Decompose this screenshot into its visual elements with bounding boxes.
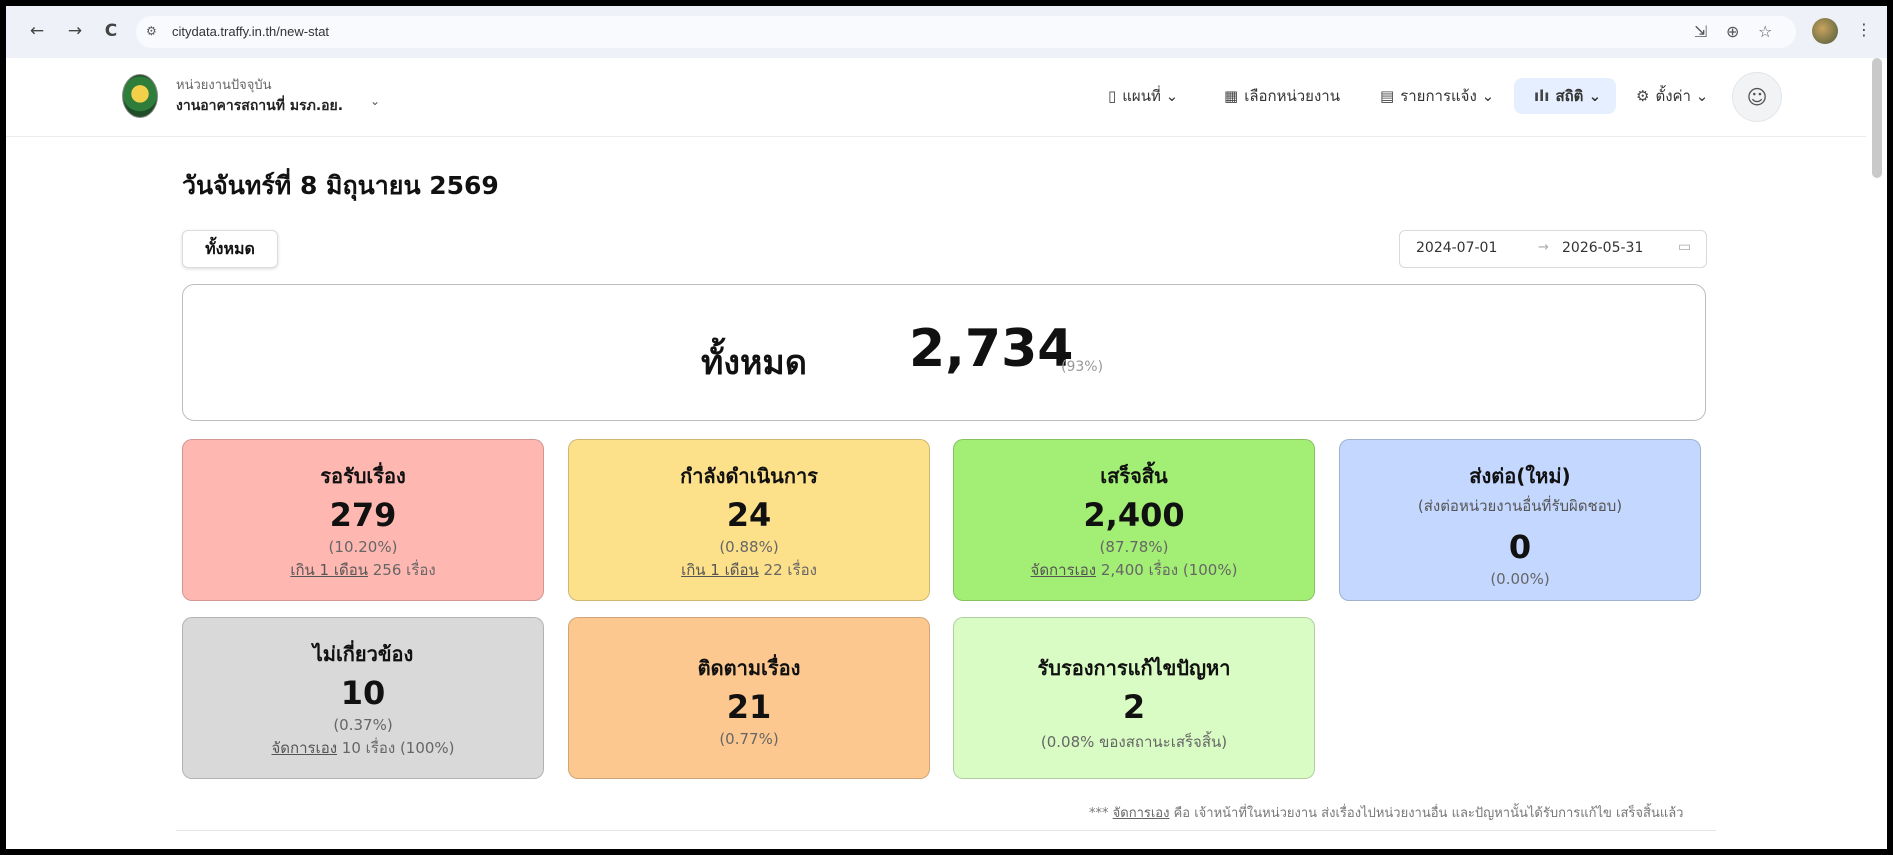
card-value: 21 (726, 688, 772, 726)
card-percent: (0.00%) (1490, 570, 1550, 588)
footnote-prefix: *** (1089, 806, 1113, 821)
card-value: 0 (1508, 528, 1532, 566)
user-icon: ☺ (1746, 85, 1768, 109)
card-title: รอรับเรื่อง (320, 464, 406, 488)
nav-select-unit[interactable]: ▦ เลือกหน่วยงาน (1224, 84, 1340, 108)
site-settings-icon[interactable]: ⚙ (146, 24, 157, 38)
overdue-link[interactable]: เกิน 1 เดือน (290, 561, 368, 579)
forward-icon[interactable]: → (64, 20, 86, 42)
card-note: เกิน 1 เดือน 256 เรื่อง (183, 558, 543, 582)
card-value: 24 (726, 496, 772, 534)
card-value: 2,400 (1083, 496, 1185, 534)
card-percent: (0.08% ของสถานะเสร็จสิ้น) (1040, 733, 1228, 751)
chevron-down-icon: ⌄ (1588, 87, 1602, 105)
page-scrollbar[interactable] (1872, 58, 1882, 178)
nav-reports[interactable]: ▤ รายการแจ้ง ⌄ (1380, 84, 1494, 108)
nav-settings-label: ตั้งค่า (1655, 87, 1691, 105)
status-card-verified[interactable]: รับรองการแก้ไขปัญหา 2 (0.08% ของสถานะเสร… (953, 617, 1315, 779)
browser-profile-avatar[interactable] (1812, 18, 1838, 44)
card-note-text: 22 เรื่อง (758, 561, 817, 579)
card-title: เสร็จสิ้น (1100, 464, 1168, 488)
card-subtitle: (ส่งต่อหน่วยงานอื่นที่รับผิดชอบ) (1417, 497, 1623, 515)
org-logo (122, 74, 158, 118)
card-title: ส่งต่อ(ใหม่) (1469, 464, 1571, 488)
reload-icon[interactable]: C (100, 20, 122, 42)
card-note-text: 256 เรื่อง (368, 561, 436, 579)
status-card-forwarded[interactable]: ส่งต่อ(ใหม่) (ส่งต่อหน่วยงานอื่นที่รับผิ… (1339, 439, 1701, 601)
status-card-follow-up[interactable]: ติดตามเรื่อง 21 (0.77%) (568, 617, 930, 779)
card-value: 2 (1122, 688, 1146, 726)
browser-window: ← → C ⚙ citydata.traffy.in.th/new-stat ⇲… (6, 6, 1887, 849)
chevron-down-icon: ⌄ (1695, 87, 1709, 105)
chevron-down-icon: ⌄ (1481, 87, 1495, 105)
org-selector[interactable]: งานอาคารสถานที่ มรภ.อย. (176, 95, 343, 117)
zoom-icon[interactable]: ⊕ (1726, 22, 1739, 41)
nav-reports-label: รายการแจ้ง (1400, 87, 1477, 105)
card-note: จัดการเอง 10 เรื่อง (100%) (183, 736, 543, 760)
card-percent: (87.78%) (1099, 538, 1169, 556)
nav-stats-label: สถิติ (1555, 87, 1584, 105)
divider (176, 830, 1716, 831)
date-range-picker[interactable]: 2024-07-01 → 2026-05-31 ▭ (1399, 230, 1707, 268)
status-card-irrelevant[interactable]: ไม่เกี่ยวข้อง 10 (0.37%) จัดการเอง 10 เร… (182, 617, 544, 779)
nav-select-unit-label: เลือกหน่วยงาน (1244, 87, 1340, 105)
filter-all-button[interactable]: ทั้งหมด (182, 230, 278, 268)
browser-menu-icon[interactable]: ⋮ (1856, 20, 1872, 39)
card-note-text: 10 เรื่อง (100%) (337, 739, 455, 757)
browser-toolbar: ← → C ⚙ citydata.traffy.in.th/new-stat ⇲… (6, 6, 1887, 58)
footnote-text: คือ เจ้าหน้าที่ในหน่วยงาน ส่งเรื่องไปหน่… (1169, 806, 1684, 821)
org-caption: หน่วยงานปัจจุบัน (176, 78, 272, 93)
status-card-in-progress[interactable]: กำลังดำเนินการ 24 (0.88%) เกิน 1 เดือน 2… (568, 439, 930, 601)
nav-stats[interactable]: ılı สถิติ ⌄ (1534, 84, 1601, 108)
address-bar[interactable]: ⚙ citydata.traffy.in.th/new-stat ⇲ ⊕ ☆ (136, 16, 1796, 48)
overdue-link[interactable]: เกิน 1 เดือน (681, 561, 759, 579)
user-avatar-button[interactable]: ☺ (1732, 72, 1782, 122)
calendar-icon[interactable]: ▭ (1678, 239, 1691, 255)
card-percent: (0.37%) (333, 716, 393, 734)
map-icon: ▯ (1108, 87, 1117, 105)
total-value: 2,734 (909, 319, 1074, 379)
date-end-input[interactable]: 2026-05-31 (1562, 240, 1643, 256)
total-percent: (93%) (1061, 359, 1104, 375)
card-title: ไม่เกี่ยวข้อง (312, 642, 414, 666)
card-note: จัดการเอง 2,400 เรื่อง (100%) (954, 558, 1314, 582)
card-title: ติดตามเรื่อง (697, 656, 801, 680)
self-handled-link[interactable]: จัดการเอง (1031, 561, 1097, 579)
card-title: รับรองการแก้ไขปัญหา (1037, 656, 1231, 680)
url-text[interactable]: citydata.traffy.in.th/new-stat (172, 24, 329, 39)
card-percent: (10.20%) (328, 538, 398, 556)
grid-icon: ▦ (1224, 87, 1239, 105)
clipboard-icon: ▤ (1380, 87, 1395, 105)
footnote-link[interactable]: จัดการเอง (1113, 806, 1170, 821)
chevron-down-icon[interactable]: ⌄ (370, 94, 380, 108)
chevron-down-icon: ⌄ (1165, 87, 1179, 105)
chart-icon: ılı (1534, 87, 1550, 105)
footnote: *** จัดการเอง คือ เจ้าหน้าที่ในหน่วยงาน … (1089, 802, 1684, 823)
page-title: วันจันทร์ที่ 8 มิถุนายน 2569 (182, 171, 499, 200)
nav-map-label: แผนที่ (1122, 87, 1161, 105)
status-card-pending[interactable]: รอรับเรื่อง 279 (10.20%) เกิน 1 เดือน 25… (182, 439, 544, 601)
gear-icon: ⚙ (1636, 87, 1650, 105)
arrow-right-icon: → (1538, 240, 1549, 255)
card-note-text: 2,400 เรื่อง (100%) (1096, 561, 1238, 579)
card-value: 10 (340, 674, 386, 712)
app-header: หน่วยงานปัจจุบัน งานอาคารสถานที่ มรภ.อย.… (6, 58, 1866, 137)
status-card-completed[interactable]: เสร็จสิ้น 2,400 (87.78%) จัดการเอง 2,400… (953, 439, 1315, 601)
back-icon[interactable]: ← (26, 20, 48, 42)
total-card: ทั้งหมด 2,734 (93%) (182, 284, 1706, 421)
bookmark-star-icon[interactable]: ☆ (1758, 22, 1772, 41)
nav-map[interactable]: ▯ แผนที่ ⌄ (1108, 84, 1178, 108)
card-title: กำลังดำเนินการ (680, 464, 818, 488)
card-note: เกิน 1 เดือน 22 เรื่อง (569, 558, 929, 582)
card-percent: (0.77%) (719, 730, 779, 748)
install-app-icon[interactable]: ⇲ (1694, 22, 1707, 41)
self-handled-link[interactable]: จัดการเอง (271, 739, 337, 757)
card-percent: (0.88%) (719, 538, 779, 556)
nav-settings[interactable]: ⚙ ตั้งค่า ⌄ (1636, 84, 1708, 108)
card-value: 279 (329, 496, 397, 534)
date-start-input[interactable]: 2024-07-01 (1416, 240, 1497, 256)
total-label: ทั้งหมด (701, 343, 807, 383)
